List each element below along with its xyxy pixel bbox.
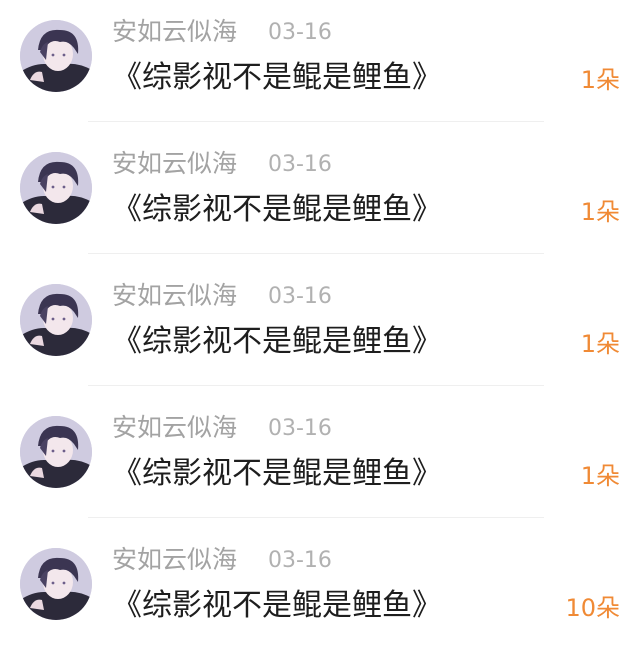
comment-message: 《综影视不是鲲是鲤鱼》 xyxy=(112,324,442,359)
flower-count: 1朵 xyxy=(580,462,620,490)
avatar-icon xyxy=(20,284,92,356)
avatar[interactable] xyxy=(20,416,92,488)
comment-item[interactable]: 安如云似海 03-16 《综影视不是鲲是鲤鱼》 1朵 xyxy=(0,396,640,528)
divider xyxy=(88,517,544,518)
comment-username[interactable]: 安如云似海 xyxy=(112,410,237,446)
comment-message: 《综影视不是鲲是鲤鱼》 xyxy=(112,60,442,95)
comment-item[interactable]: 安如云似海 03-16 《综影视不是鲲是鲤鱼》 1朵 xyxy=(0,0,640,132)
divider xyxy=(88,385,544,386)
comment-username[interactable]: 安如云似海 xyxy=(112,146,237,182)
comment-date: 03-16 xyxy=(268,416,332,441)
comment-date: 03-16 xyxy=(268,20,332,45)
comment-item[interactable]: 安如云似海 03-16 《综影视不是鲲是鲤鱼》 10朵 xyxy=(0,528,640,660)
divider xyxy=(88,253,544,254)
comment-message: 《综影视不是鲲是鲤鱼》 xyxy=(112,456,442,491)
avatar[interactable] xyxy=(20,548,92,620)
flower-count: 1朵 xyxy=(580,66,620,94)
comment-list: 安如云似海 03-16 《综影视不是鲲是鲤鱼》 1朵 安如云似海 03-16 《… xyxy=(0,0,640,664)
avatar-icon xyxy=(20,20,92,92)
avatar-icon xyxy=(20,548,92,620)
avatar-icon xyxy=(20,416,92,488)
comment-username[interactable]: 安如云似海 xyxy=(112,278,237,314)
avatar[interactable] xyxy=(20,284,92,356)
avatar[interactable] xyxy=(20,20,92,92)
comment-date: 03-16 xyxy=(268,152,332,177)
comment-message: 《综影视不是鲲是鲤鱼》 xyxy=(112,588,442,623)
avatar[interactable] xyxy=(20,152,92,224)
divider xyxy=(88,121,544,122)
comment-item[interactable]: 安如云似海 03-16 《综影视不是鲲是鲤鱼》 1朵 xyxy=(0,132,640,264)
avatar-icon xyxy=(20,152,92,224)
flower-count: 1朵 xyxy=(580,198,620,226)
flower-count: 10朵 xyxy=(565,594,620,622)
comment-date: 03-16 xyxy=(268,284,332,309)
comment-username[interactable]: 安如云似海 xyxy=(112,14,237,50)
comment-username[interactable]: 安如云似海 xyxy=(112,542,237,578)
comment-item[interactable]: 安如云似海 03-16 《综影视不是鲲是鲤鱼》 1朵 xyxy=(0,264,640,396)
comment-date: 03-16 xyxy=(268,548,332,573)
flower-count: 1朵 xyxy=(580,330,620,358)
comment-message: 《综影视不是鲲是鲤鱼》 xyxy=(112,192,442,227)
